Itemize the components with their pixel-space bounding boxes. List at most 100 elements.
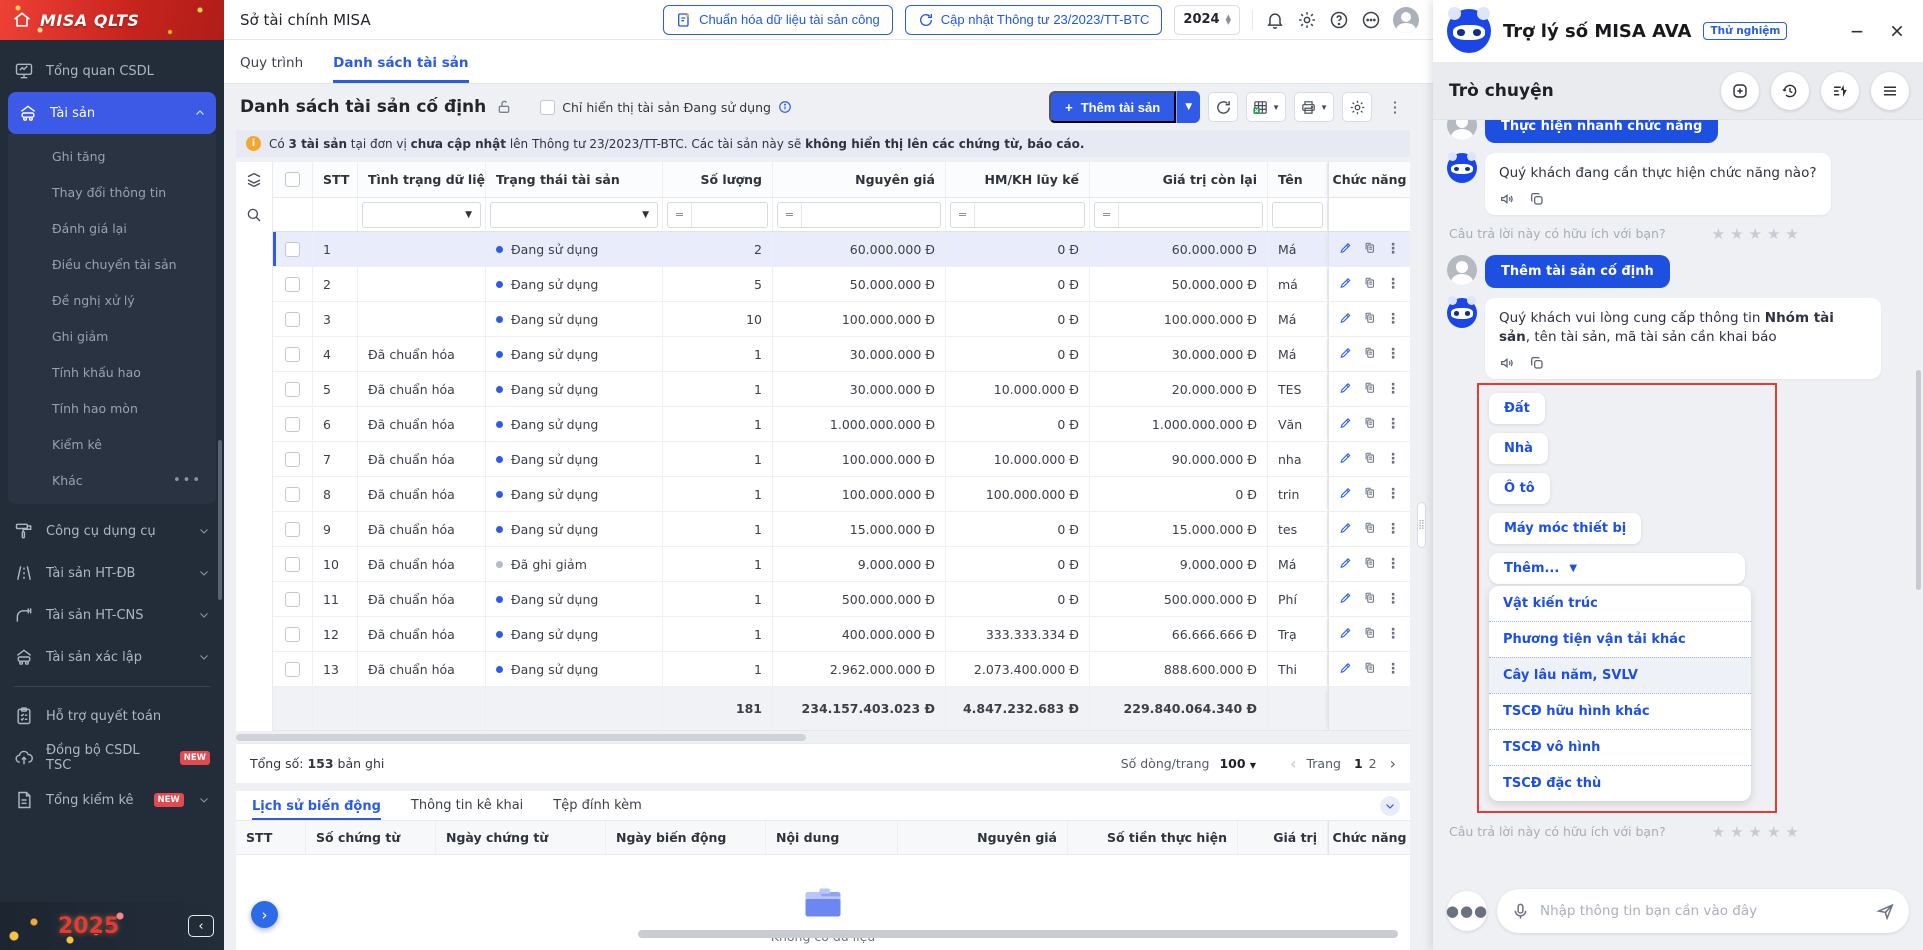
kebab-icon[interactable]: ⋮ [1386, 557, 1400, 571]
col-header-data-status[interactable]: Tình trạng dữ liệu [358, 162, 486, 197]
sidebar-item-roller[interactable]: Công cụ dụng cụ [0, 510, 224, 552]
kebab-icon[interactable]: ⋮ [1386, 312, 1400, 326]
col-header-stt[interactable]: STT [313, 162, 358, 197]
table-row[interactable]: 3Đang sử dụng10100.000.000 Đ0 Đ100.000.0… [273, 302, 1410, 337]
row-checkbox[interactable] [285, 522, 300, 537]
table-row[interactable]: 11Đã chuẩn hóaĐang sử dụng1500.000.000 Đ… [273, 582, 1410, 617]
history-col-b-gt[interactable]: Giá trị [1238, 821, 1328, 854]
submenu-item[interactable]: Khác••• [8, 462, 216, 498]
select-all-checkbox[interactable] [285, 172, 300, 187]
page-number-1[interactable]: 1 [1351, 756, 1366, 771]
add-asset-dropdown[interactable]: ▼ [1176, 91, 1200, 123]
table-row[interactable]: 12Đã chuẩn hóaĐang sử dụng1400.000.000 Đ… [273, 617, 1410, 652]
asset-status-filter-select[interactable]: ▼ [490, 202, 658, 228]
next-page-button[interactable]: › [1390, 756, 1396, 772]
sidebar-item-pipe[interactable]: Tài sản HT-CNS [0, 594, 224, 636]
dropdown-item[interactable]: Vật kiến trúc [1489, 586, 1751, 621]
history-col-b-nct[interactable]: Ngày chứng từ [436, 821, 606, 854]
submenu-item[interactable]: Ghi giảm [8, 318, 216, 354]
star-icon[interactable]: ★ [1767, 225, 1780, 243]
kebab-icon[interactable]: ⋮ [1386, 277, 1400, 291]
row-checkbox[interactable] [285, 662, 300, 677]
column-settings-button[interactable] [1342, 92, 1372, 122]
panel-resize-handle[interactable]: ⣿ [1417, 502, 1426, 548]
star-icon[interactable]: ★ [1785, 823, 1798, 841]
table-hscrollbar-thumb[interactable] [236, 734, 806, 741]
chat-more-button[interactable]: ●●● [1447, 891, 1487, 931]
user-avatar[interactable] [1393, 7, 1419, 33]
table-row[interactable]: 8Đã chuẩn hóaĐang sử dụng1100.000.000 Đ1… [273, 477, 1410, 512]
history-col-b-stt[interactable]: STT [236, 821, 306, 854]
more-actions-button[interactable]: ⋮ [1380, 92, 1410, 122]
star-icon[interactable]: ★ [1749, 823, 1762, 841]
edit-icon[interactable] [1339, 416, 1353, 432]
col-header-quantity[interactable]: Số lượng [663, 162, 773, 197]
star-icon[interactable]: ★ [1730, 823, 1743, 841]
more-circle-icon[interactable] [1361, 10, 1381, 30]
row-checkbox[interactable] [285, 382, 300, 397]
new-chat-button[interactable] [1721, 72, 1759, 110]
row-checkbox[interactable] [285, 452, 300, 467]
copy-icon[interactable] [1363, 241, 1377, 257]
row-checkbox[interactable] [285, 277, 300, 292]
copy-icon[interactable] [1363, 591, 1377, 607]
filter-input-name[interactable] [1273, 203, 1322, 227]
submenu-item[interactable]: Tính hao mòn [8, 390, 216, 426]
add-asset-button[interactable]: + Thêm tài sản [1049, 91, 1176, 123]
dropdown-item[interactable]: Cây lâu năm, SVLV [1489, 657, 1751, 693]
app-logo[interactable]: MISA QLTS [0, 0, 224, 40]
speaker-icon[interactable] [1499, 191, 1515, 207]
info-icon[interactable] [778, 100, 792, 114]
dropdown-item[interactable]: TSCĐ đặc thù [1489, 765, 1751, 801]
edit-icon[interactable] [1339, 591, 1353, 607]
submenu-item[interactable]: Ghi tăng [8, 138, 216, 174]
rows-per-page-select[interactable]: ​100 ▼ [1219, 756, 1256, 771]
star-icon[interactable]: ★ [1767, 823, 1780, 841]
operator-equals[interactable]: = [668, 203, 692, 227]
filter-input-rem[interactable] [1119, 203, 1262, 227]
dropdown-item[interactable]: Phương tiện vận tải khác [1489, 621, 1751, 657]
edit-icon[interactable] [1339, 381, 1353, 397]
menu-button[interactable] [1871, 72, 1909, 110]
kebab-icon[interactable]: ⋮ [1386, 522, 1400, 536]
sidebar-scrollbar[interactable] [218, 440, 222, 600]
filter-input-qty[interactable] [692, 203, 767, 227]
expand-panel-button[interactable]: › [251, 901, 278, 928]
copy-icon[interactable] [1363, 661, 1377, 677]
table-row[interactable]: 10Đã chuẩn hóaĐã ghi giảm19.000.000 Đ0 Đ… [273, 547, 1410, 582]
edit-icon[interactable] [1339, 276, 1353, 292]
sidebar-item-road[interactable]: Tài sản HT-ĐB [0, 552, 224, 594]
help-icon[interactable] [1329, 10, 1349, 30]
kebab-icon[interactable]: ⋮ [1386, 627, 1400, 641]
submenu-item[interactable]: Đề nghị xử lý [8, 282, 216, 318]
kebab-icon[interactable]: ⋮ [1386, 417, 1400, 431]
table-row[interactable]: 6Đã chuẩn hóaĐang sử dụng11.000.000.000 … [273, 407, 1410, 442]
layers-icon[interactable] [245, 162, 263, 198]
normalize-data-button[interactable]: Chuẩn hóa dữ liệu tài sản công [663, 5, 893, 35]
table-row[interactable]: 13Đã chuẩn hóaĐang sử dụng12.962.000.000… [273, 652, 1410, 687]
edit-icon[interactable] [1339, 311, 1353, 327]
speaker-icon[interactable] [1499, 355, 1515, 371]
refresh-button[interactable] [1208, 92, 1238, 122]
print-button[interactable]: ▼ [1294, 92, 1334, 122]
edit-icon[interactable] [1339, 486, 1353, 502]
kebab-icon[interactable]: ⋮ [1386, 347, 1400, 361]
row-checkbox[interactable] [285, 312, 300, 327]
copy-icon[interactable] [1363, 486, 1377, 502]
detail-tab[interactable]: Tệp đính kèm [553, 798, 642, 820]
star-icon[interactable]: ★ [1712, 225, 1725, 243]
table-row[interactable]: 2Đang sử dụng550.000.000 Đ0 Đ50.000.000 … [273, 267, 1410, 302]
search-icon[interactable] [245, 198, 263, 232]
table-row[interactable]: 9Đã chuẩn hóaĐang sử dụng115.000.000 Đ0 … [273, 512, 1410, 547]
row-checkbox[interactable] [285, 627, 300, 642]
dropdown-item[interactable]: TSCĐ hữu hình khác [1489, 693, 1751, 729]
col-header-asset-status[interactable]: Trạng thái tài sản [486, 162, 663, 197]
close-icon[interactable] [1889, 23, 1905, 39]
detail-tab[interactable]: Thông tin kê khai [411, 798, 523, 820]
copy-icon[interactable] [1363, 311, 1377, 327]
kebab-icon[interactable]: ⋮ [1386, 487, 1400, 501]
user-message-pill[interactable]: Thực hiện nhanh chức năng [1485, 120, 1718, 143]
filter-input-cost[interactable] [802, 203, 940, 227]
collapse-detail-button[interactable] [1380, 796, 1400, 816]
row-checkbox[interactable] [285, 487, 300, 502]
